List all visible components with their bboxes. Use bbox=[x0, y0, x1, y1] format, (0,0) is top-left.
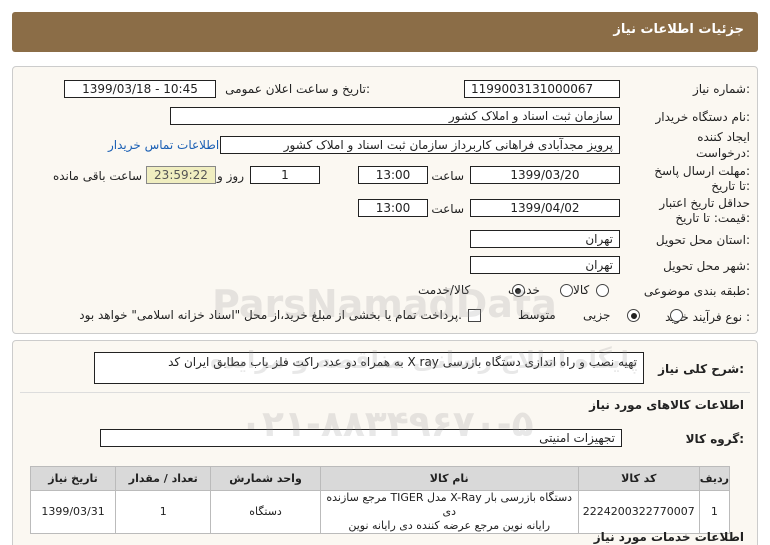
col-qty: تعداد / مقدار bbox=[115, 466, 212, 491]
treasury-payment-checkbox[interactable] bbox=[468, 309, 481, 322]
validity-time-field: 13:00 bbox=[358, 199, 428, 217]
need-number-label: شماره نیاز: bbox=[692, 82, 750, 96]
cell-code: 2224200322770007 bbox=[577, 490, 700, 534]
cell-unit: دستگاه bbox=[210, 490, 321, 534]
validity-date-field: 1399/04/02 bbox=[470, 199, 620, 217]
buyer-field: سازمان ثبت اسناد و املاک کشور bbox=[170, 107, 620, 125]
cell-name-line2: رایانه نوین مرجع عرضه کننده دی رایانه نو… bbox=[348, 519, 551, 532]
treasury-payment-note: پرداخت تمام یا بخشی از مبلغ خرید،از محل … bbox=[79, 308, 462, 322]
cell-name-line1: دستگاه بازرسی بار X-Ray مدل TIGER مرجع س… bbox=[326, 491, 573, 518]
buyer-contact-link[interactable]: اطلاعات تماس خریدار bbox=[108, 138, 219, 152]
announce-label: تاریخ و ساعت اعلان عمومی: bbox=[225, 82, 370, 96]
buyer-label: نام دستگاه خریدار: bbox=[655, 110, 751, 124]
col-date: تاریخ نیاز bbox=[29, 466, 117, 491]
category-radio-goods[interactable] bbox=[596, 284, 609, 297]
creator-field: پرویز مجدآبادی فراهانی کاربرداز سازمان ث… bbox=[220, 136, 620, 154]
cell-name: دستگاه بازرسی بار X-Ray مدل TIGER مرجع س… bbox=[319, 490, 579, 534]
page-title: جزئیات اطلاعات نیاز bbox=[613, 22, 744, 37]
city-label: شهر محل تحویل: bbox=[663, 259, 750, 273]
page-header: جزئیات اطلاعات نیاز bbox=[12, 12, 758, 52]
description-field: تهیه نصب و راه اندازی دستگاه بازرسی X ra… bbox=[94, 352, 644, 384]
announce-datetime-field: 1399/03/18 - 10:45 bbox=[64, 80, 216, 98]
days-remaining-field: 1 bbox=[250, 166, 320, 184]
category-radio-service[interactable] bbox=[559, 284, 573, 297]
cell-row: 1 bbox=[698, 490, 731, 534]
col-row: ردیف bbox=[698, 466, 731, 491]
cell-date: 1399/03/31 bbox=[29, 490, 117, 534]
section-divider bbox=[20, 392, 750, 393]
table-row: 1 2224200322770007 دستگاه بازرسی بار X-R… bbox=[29, 490, 731, 534]
col-name: نام کالا bbox=[319, 466, 579, 491]
goods-info-title: اطلاعات کالاهای مورد نیاز bbox=[589, 398, 744, 412]
deadline-date-field: 1399/03/20 bbox=[470, 166, 620, 184]
cell-qty: 1 bbox=[115, 490, 212, 534]
deadline-time-field: 13:00 bbox=[358, 166, 428, 184]
need-number-field: 1199003131000067 bbox=[464, 80, 620, 98]
province-label: استان محل تحویل: bbox=[655, 233, 750, 247]
col-code: کد کالا bbox=[577, 466, 700, 491]
deadline-label-2: تا تاریخ: bbox=[711, 179, 750, 193]
province-field: تهران bbox=[470, 230, 620, 248]
creator-label-1: ایجاد کننده bbox=[697, 130, 750, 144]
col-unit: واحد شمارش bbox=[210, 466, 321, 491]
remaining-time-field: 23:59:22 bbox=[146, 166, 216, 184]
goods-table: ردیف کد کالا نام کالا واحد شمارش تعداد /… bbox=[29, 466, 731, 534]
description-label: شرح کلی نیاز: bbox=[658, 362, 744, 376]
process-option-minor: جزیی bbox=[583, 308, 611, 322]
category-radio-goods-service[interactable] bbox=[511, 284, 525, 297]
days-label: روز و bbox=[217, 169, 244, 183]
process-option-medium: متوسط bbox=[518, 308, 556, 322]
validity-time-label: ساعت bbox=[431, 202, 464, 216]
services-info-title: اطلاعات خدمات مورد نیاز bbox=[593, 530, 744, 544]
validity-label-1: حداقل تاریخ اعتبار bbox=[659, 196, 750, 210]
creator-label-2: درخواست: bbox=[696, 146, 750, 160]
deadline-label-1: مهلت ارسال پاسخ: bbox=[654, 164, 750, 178]
goods-table-header: ردیف کد کالا نام کالا واحد شمارش تعداد /… bbox=[29, 466, 731, 491]
goods-group-label: گروه کالا: bbox=[685, 432, 744, 446]
city-field: تهران bbox=[470, 256, 620, 274]
deadline-time-label: ساعت bbox=[431, 169, 464, 183]
remaining-time-label: ساعت باقی مانده bbox=[52, 169, 142, 183]
goods-group-field: تجهیزات امنیتی bbox=[100, 429, 622, 447]
category-option-goods: کالا bbox=[573, 283, 590, 297]
validity-label-2: قیمت: تا تاریخ: bbox=[675, 211, 750, 225]
category-label: طبقه بندی موضوعی: bbox=[643, 284, 750, 298]
category-option-goods-service: کالا/خدمت bbox=[418, 283, 471, 297]
